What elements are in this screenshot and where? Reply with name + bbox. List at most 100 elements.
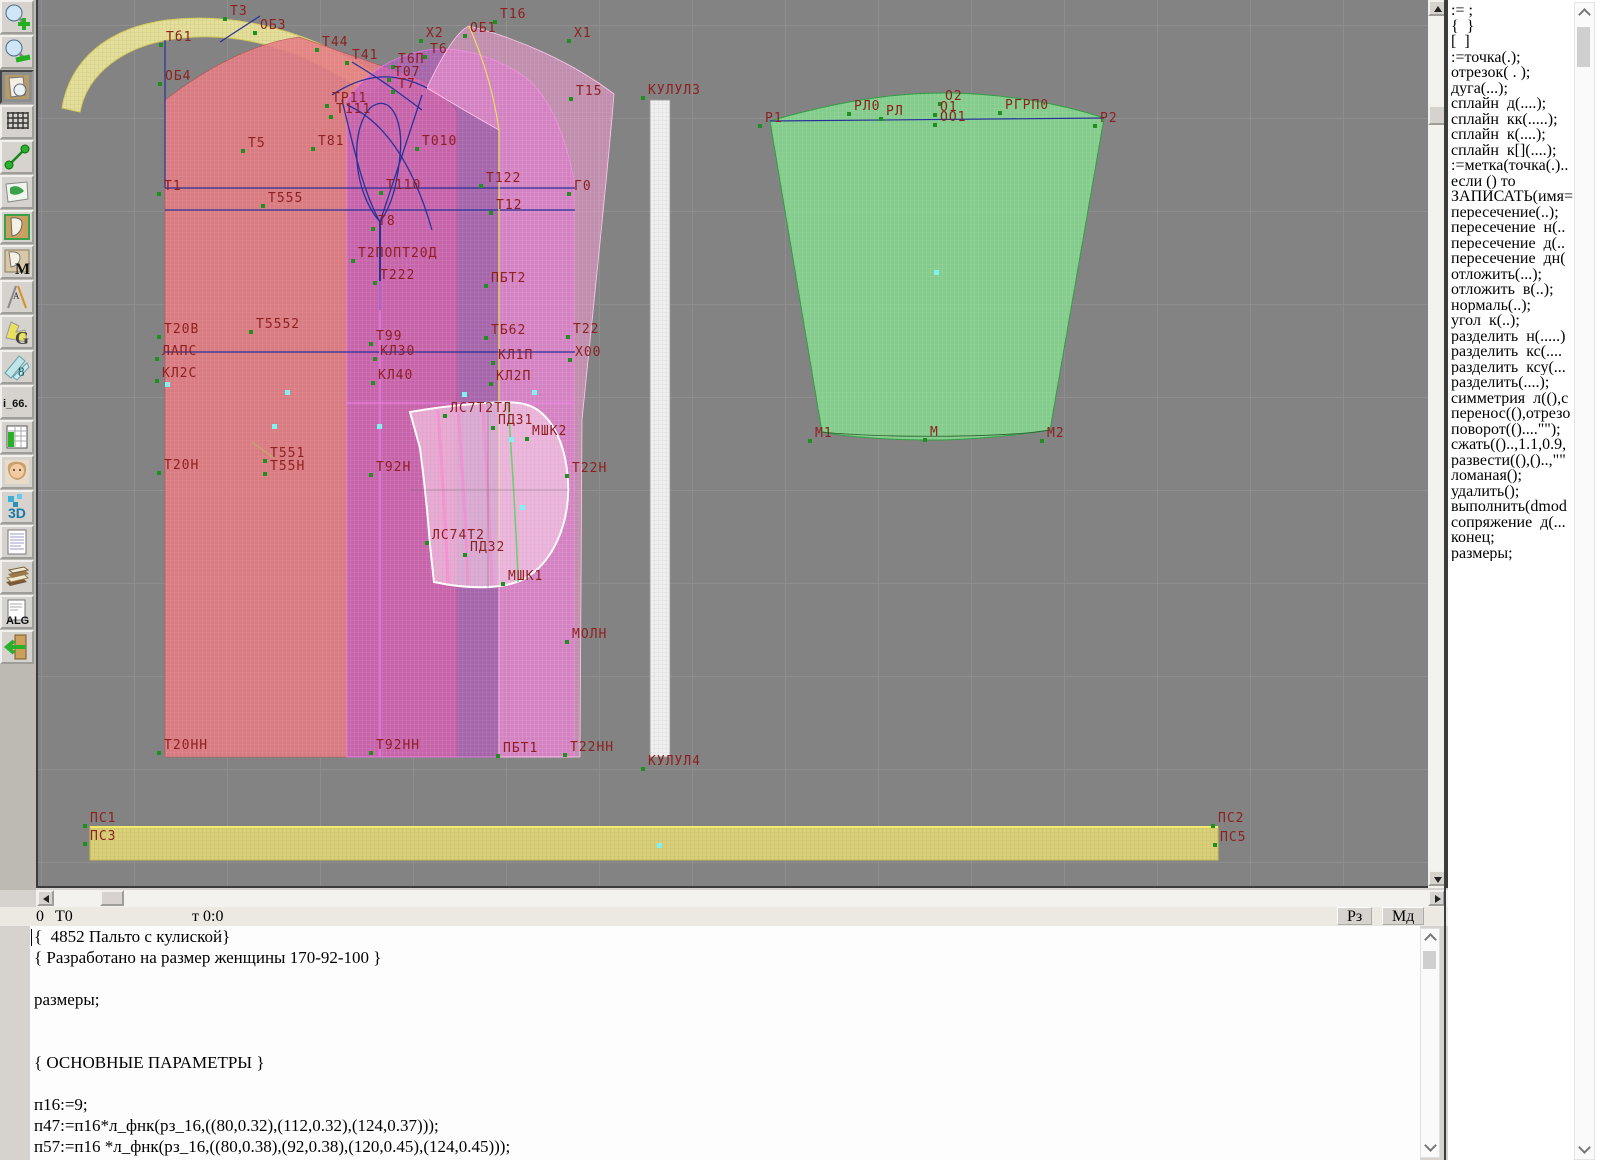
point-label: Т555 bbox=[268, 193, 303, 205]
model-photo-icon[interactable] bbox=[0, 455, 34, 489]
rulers-8-icon[interactable]: 8 bbox=[0, 350, 34, 384]
pattern-piece-icon[interactable] bbox=[0, 210, 34, 244]
pattern-m-icon[interactable]: M bbox=[0, 245, 34, 279]
measure-line-icon[interactable] bbox=[0, 140, 34, 174]
point-label: М2 bbox=[1047, 428, 1065, 440]
point-label: Г0 bbox=[574, 181, 592, 193]
3d-view-icon[interactable]: 3D bbox=[0, 490, 34, 524]
up-arrow-icon bbox=[1434, 6, 1442, 12]
canvas-hscrollbar[interactable] bbox=[36, 890, 1448, 907]
point-label: Т111 bbox=[336, 104, 371, 116]
belt-band-piece[interactable] bbox=[90, 827, 1218, 860]
snap-dot bbox=[532, 390, 537, 395]
image-icon[interactable] bbox=[0, 175, 34, 209]
point-label: Т41 bbox=[352, 50, 378, 62]
code-line bbox=[30, 1010, 1420, 1031]
point-label: Т20Н bbox=[164, 460, 199, 472]
point-label: МШК1 bbox=[508, 571, 543, 583]
point-label: Т44 bbox=[322, 37, 348, 49]
snap-dot bbox=[509, 437, 514, 442]
editor-scrollbar[interactable] bbox=[1420, 928, 1440, 1158]
panel-scrollbar[interactable] bbox=[1574, 2, 1595, 1160]
point-label: Т5 bbox=[248, 138, 266, 150]
code-editor[interactable]: { 4852 Пальто с кулиской}{ Разработано н… bbox=[30, 926, 1420, 1160]
rz-button[interactable]: Рз bbox=[1337, 907, 1372, 925]
point-label: Т16 bbox=[500, 9, 526, 21]
point-label: КЛ2С bbox=[162, 368, 197, 380]
md-button[interactable]: Мд bbox=[1382, 907, 1424, 925]
point-label: Р2 bbox=[1100, 113, 1118, 125]
zoom-in-icon[interactable] bbox=[0, 0, 34, 34]
point-label: МОЛН bbox=[572, 629, 607, 641]
status-point: Т0 bbox=[55, 908, 73, 926]
preview-zoom-icon[interactable] bbox=[0, 70, 34, 104]
up-chevron-icon[interactable] bbox=[1424, 933, 1437, 946]
grid-icon[interactable] bbox=[0, 105, 34, 139]
panel-scroll-thumb[interactable] bbox=[1577, 27, 1590, 67]
point-label: Т22Н bbox=[572, 463, 607, 475]
table-icon[interactable] bbox=[0, 420, 34, 454]
i66-label-icon[interactable]: i_66. bbox=[0, 385, 34, 419]
drawing-canvas[interactable]: Т3ОБ3Т16Х2ОБ1Х1Тб1Т44Т41Т6Т6ПТ07Т7ОБ4Т15… bbox=[36, 0, 1428, 888]
zoom-out-icon[interactable] bbox=[0, 35, 34, 69]
hscroll-thumb[interactable] bbox=[100, 890, 124, 906]
text-caret bbox=[31, 929, 32, 946]
svg-text:3D: 3D bbox=[8, 505, 26, 521]
point-label: Х1 bbox=[574, 28, 592, 40]
scroll-left-button[interactable] bbox=[37, 890, 54, 906]
snap-dot bbox=[657, 843, 662, 848]
pattern-g-icon[interactable]: G bbox=[0, 315, 34, 349]
snap-dot bbox=[462, 392, 467, 397]
point-label: Т20НН bbox=[164, 740, 208, 752]
snap-dot bbox=[934, 270, 939, 275]
drafting-a-icon[interactable]: A bbox=[0, 280, 34, 314]
up-chevron-icon[interactable] bbox=[1578, 8, 1591, 21]
point-label: М1 bbox=[815, 428, 833, 440]
snap-dot bbox=[377, 424, 382, 429]
sleeve-piece[interactable] bbox=[770, 93, 1104, 440]
point-label: ПС1 bbox=[90, 813, 116, 825]
down-chevron-icon[interactable] bbox=[1424, 1139, 1437, 1152]
point-label: Т222 bbox=[380, 270, 415, 282]
svg-text:M: M bbox=[15, 261, 30, 276]
point-label: РЛ bbox=[886, 106, 904, 118]
pattern-drawing bbox=[38, 0, 1428, 886]
document-list-icon[interactable] bbox=[0, 525, 34, 559]
point-label: ПС5 bbox=[1220, 832, 1246, 844]
drawstring-strip-piece[interactable] bbox=[650, 100, 670, 757]
down-chevron-icon[interactable] bbox=[1578, 1141, 1591, 1154]
left-arrow-icon bbox=[43, 895, 49, 903]
point-label: Т12 bbox=[496, 200, 522, 212]
point-label: Т20В bbox=[164, 324, 199, 336]
point-label: КУЛУЛЗ bbox=[648, 85, 701, 97]
code-line bbox=[30, 1073, 1420, 1094]
svg-text:A: A bbox=[13, 291, 20, 301]
svg-text:i_66.: i_66. bbox=[3, 398, 27, 410]
algorithms-icon[interactable]: ALG bbox=[0, 595, 34, 629]
point-label: Т92Н bbox=[376, 462, 411, 474]
point-label: ЛАПС bbox=[162, 346, 197, 358]
panel-divider bbox=[1444, 0, 1446, 1160]
books-icon[interactable] bbox=[0, 560, 34, 594]
svg-text:ALG: ALG bbox=[6, 615, 29, 626]
snap-dot bbox=[165, 382, 170, 387]
code-line: п16:=9; bbox=[30, 1094, 1420, 1115]
point-label: М bbox=[930, 427, 939, 439]
status-bar: 0 Т0 т 0:0 Рз Мд bbox=[0, 907, 1448, 926]
status-coords: т 0:0 bbox=[192, 908, 223, 926]
point-label: ОО1 bbox=[940, 112, 966, 124]
point-label: ПБТ1 bbox=[503, 743, 538, 755]
point-label: КЛ40 bbox=[378, 370, 413, 382]
point-label: ОБ4 bbox=[165, 71, 191, 83]
exit-icon[interactable] bbox=[0, 630, 34, 664]
point-label: ПС2 bbox=[1218, 813, 1244, 825]
status-pos: 0 bbox=[36, 908, 44, 926]
point-label: Х00 bbox=[575, 347, 601, 359]
point-label: ПД32 bbox=[470, 542, 505, 554]
point-label: Т81 bbox=[318, 136, 344, 148]
point-label: Х2 bbox=[426, 28, 444, 40]
scroll-right-button[interactable] bbox=[1428, 890, 1445, 906]
svg-text:8: 8 bbox=[18, 364, 25, 379]
point-label: ПБТ2 bbox=[491, 273, 526, 285]
editor-scroll-thumb[interactable] bbox=[1423, 951, 1436, 969]
